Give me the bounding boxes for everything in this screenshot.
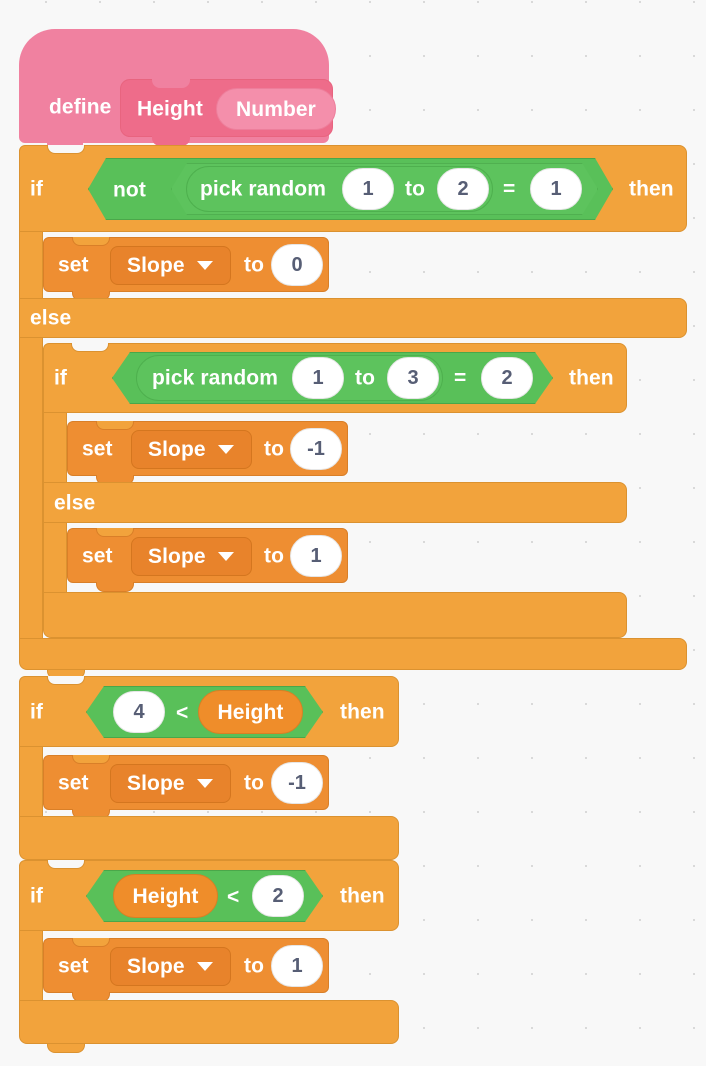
variable-reporter-height-2[interactable]: Height [113,874,218,918]
pick-random-upto-input-2[interactable]: 3 [387,357,439,399]
set-value-input-4[interactable]: -1 [271,762,323,804]
if2-else-bar[interactable] [43,482,627,523]
set-keyword-5: set [58,954,89,978]
if3-body-spine [19,747,43,816]
set-variable-block-3[interactable]: set Slope to 1 [67,528,348,592]
if2-else-spine [43,523,67,592]
set-to-keyword-1: to [244,253,265,277]
variable-dropdown-1[interactable]: Slope [110,246,231,285]
if3-then-keyword: then [340,700,385,724]
set-keyword-2: set [82,437,113,461]
if1-else-bar[interactable] [19,298,687,338]
if4-top-notch [47,860,85,869]
chevron-down-icon [196,962,213,971]
if1-footer-bar[interactable] [19,638,687,670]
set-value-input-3[interactable]: 1 [290,535,342,577]
define-hat-block[interactable]: define Height Number [19,29,336,152]
set-value-input-2[interactable]: -1 [290,428,342,470]
if2-then-keyword: then [569,366,614,390]
variable-reporter-label-2: Height [132,884,199,908]
if4-then-keyword: then [340,884,385,908]
if1-if-keyword: if [30,177,44,201]
set-variable-block-1[interactable]: set Slope to 0 [43,237,329,301]
if2-footer-bar[interactable] [43,592,627,638]
set-to-keyword-5: to [244,954,265,978]
variable-reporter-label-1: Height [217,700,284,724]
set-keyword-3: set [82,544,113,568]
chevron-down-icon [196,261,213,270]
if1-else-spine [19,338,43,638]
pick-random-label-1: pick random [200,177,326,201]
variable-name-2: Slope [148,438,206,461]
variable-reporter-height-1[interactable]: Height [198,690,303,734]
if1-top-notch [47,145,85,154]
less-than-symbol-2: < [227,885,240,909]
chevron-down-icon [196,779,213,788]
set-variable-block-2[interactable]: set Slope to -1 [67,421,348,485]
equals-right-input-2[interactable]: 2 [481,357,533,399]
if3-footer-bar[interactable] [19,816,399,860]
pick-random-from-input-1[interactable]: 1 [342,168,394,210]
less-than-left-input-1[interactable]: 4 [113,691,165,733]
set-to-keyword-2: to [264,437,285,461]
equals-symbol-2: = [454,366,467,390]
set-keyword-1: set [58,253,89,277]
variable-name-5: Slope [127,955,185,978]
if1-then-keyword: then [629,177,674,201]
if4-bottom-bump [47,1044,85,1053]
if2-if-keyword: if [54,366,68,390]
if2-then-spine [43,413,67,482]
pick-random-to-label-1: to [405,177,426,201]
if4-footer-bar[interactable] [19,1000,399,1044]
custom-block-prototype[interactable]: Height Number [120,79,336,146]
set-keyword-4: set [58,771,89,795]
variable-dropdown-4[interactable]: Slope [110,764,231,803]
set-value-input-5[interactable]: 1 [271,945,323,987]
blocks-canvas[interactable]: define Height Number if then not pick ra… [0,0,706,1066]
pick-random-label-2: pick random [152,366,278,390]
if1-then-spine [19,232,43,298]
pick-random-upto-input-1[interactable]: 2 [437,168,489,210]
set-value-input-1[interactable]: 0 [271,244,323,286]
pick-random-from-input-2[interactable]: 1 [292,357,344,399]
not-label: not [113,178,146,202]
less-than-symbol-1: < [176,701,189,725]
variable-dropdown-5[interactable]: Slope [110,947,231,986]
chevron-down-icon [217,552,234,561]
argument-reporter-number[interactable]: Number [216,88,336,130]
variable-name-3: Slope [148,545,206,568]
variable-dropdown-2[interactable]: Slope [131,430,252,469]
pick-random-to-label-2: to [355,366,376,390]
custom-block-name-label: Height [137,97,203,121]
variable-dropdown-3[interactable]: Slope [131,537,252,576]
chevron-down-icon [217,445,234,454]
set-to-keyword-3: to [264,544,285,568]
define-keyword-label: define [49,95,112,119]
set-to-keyword-4: to [244,771,265,795]
if2-top-notch [71,343,109,352]
variable-name-1: Slope [127,254,185,277]
if3-if-keyword: if [30,700,44,724]
if2-else-keyword: else [54,491,96,515]
if3-top-notch [47,676,85,685]
if1-else-keyword: else [30,306,72,330]
set-variable-block-4[interactable]: set Slope to -1 [43,755,329,819]
if4-body-spine [19,931,43,1000]
if4-if-keyword: if [30,884,44,908]
equals-symbol-1: = [503,177,516,201]
argument-label: Number [236,97,316,121]
equals-right-input-1[interactable]: 1 [530,168,582,210]
variable-name-4: Slope [127,772,185,795]
less-than-right-input-2[interactable]: 2 [252,875,304,917]
set-variable-block-5[interactable]: set Slope to 1 [43,938,329,1002]
